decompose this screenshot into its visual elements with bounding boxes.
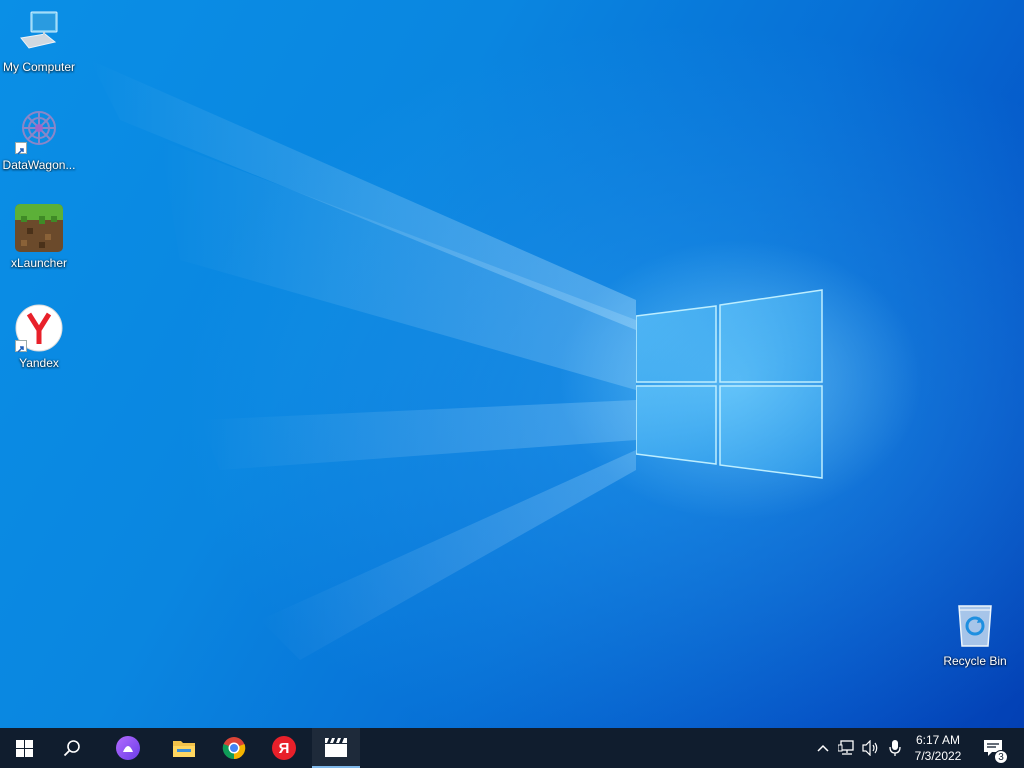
file-explorer-icon — [173, 741, 195, 757]
volume-icon — [862, 740, 878, 756]
xlauncher-icon — [15, 204, 63, 252]
desktop-icon-xlauncher[interactable]: xLauncher — [0, 204, 78, 270]
windows-logo-wallpaper — [636, 289, 823, 479]
action-center-button[interactable]: 3 — [974, 728, 1012, 768]
chrome-icon — [222, 737, 246, 760]
yandex-icon: Я — [272, 736, 296, 760]
taskbar-file-explorer-button[interactable] — [160, 728, 208, 768]
desktop-icon-datawagon[interactable]: DataWagon... — [0, 106, 78, 172]
desktop-icon-yandex[interactable]: Yandex — [0, 304, 78, 370]
desktop-icon-label: DataWagon... — [2, 158, 76, 172]
network-icon — [838, 740, 854, 755]
microphone-button[interactable] — [884, 728, 906, 768]
taskbar-yandex-button[interactable]: Я — [260, 728, 308, 768]
desktop-icon-label: Yandex — [19, 356, 59, 370]
taskbar: Я 6:17 AM 7/3/2022 3 — [0, 728, 1024, 768]
network-button[interactable] — [836, 728, 858, 768]
desktop-icon-recycle-bin[interactable]: Recycle Bin — [936, 602, 1014, 668]
start-button[interactable] — [0, 728, 48, 768]
desktop-icon-label: My Computer — [2, 60, 76, 74]
desktop-icon-label: xLauncher — [10, 256, 68, 270]
recycle-bin-icon — [951, 602, 999, 650]
notification-count-badge: 3 — [994, 750, 1008, 764]
windows-start-icon — [15, 739, 33, 757]
search-icon — [63, 740, 80, 757]
volume-button[interactable] — [860, 728, 882, 768]
desktop-icon-my-computer[interactable]: My Computer — [0, 8, 78, 74]
show-hidden-icons-button[interactable] — [812, 728, 834, 768]
alice-assistant-icon — [116, 736, 140, 760]
taskbar-clock[interactable]: 6:17 AM 7/3/2022 — [910, 728, 966, 768]
search-button[interactable] — [48, 728, 96, 768]
desktop-icon-label: Recycle Bin — [943, 654, 1007, 668]
computer-icon — [15, 8, 63, 56]
taskbar-video-app-button[interactable] — [312, 728, 360, 768]
datawagon-icon — [15, 106, 63, 155]
taskbar-alice-button[interactable] — [104, 728, 152, 768]
yandex-browser-icon — [15, 304, 63, 353]
shortcut-arrow-icon — [15, 340, 27, 353]
clapperboard-icon — [325, 738, 347, 757]
wallpaper-light-beams — [90, 60, 636, 660]
microphone-icon — [889, 740, 901, 756]
shortcut-arrow-icon — [15, 142, 27, 155]
clock-time: 6:17 AM — [915, 733, 961, 747]
yandex-letter: Я — [278, 739, 290, 757]
taskbar-chrome-button[interactable] — [210, 728, 258, 768]
chevron-up-icon — [817, 744, 829, 752]
desktop-background[interactable]: My Computer DataWagon... xLauncher Yande… — [0, 0, 1024, 728]
clock-date: 7/3/2022 — [914, 749, 962, 763]
